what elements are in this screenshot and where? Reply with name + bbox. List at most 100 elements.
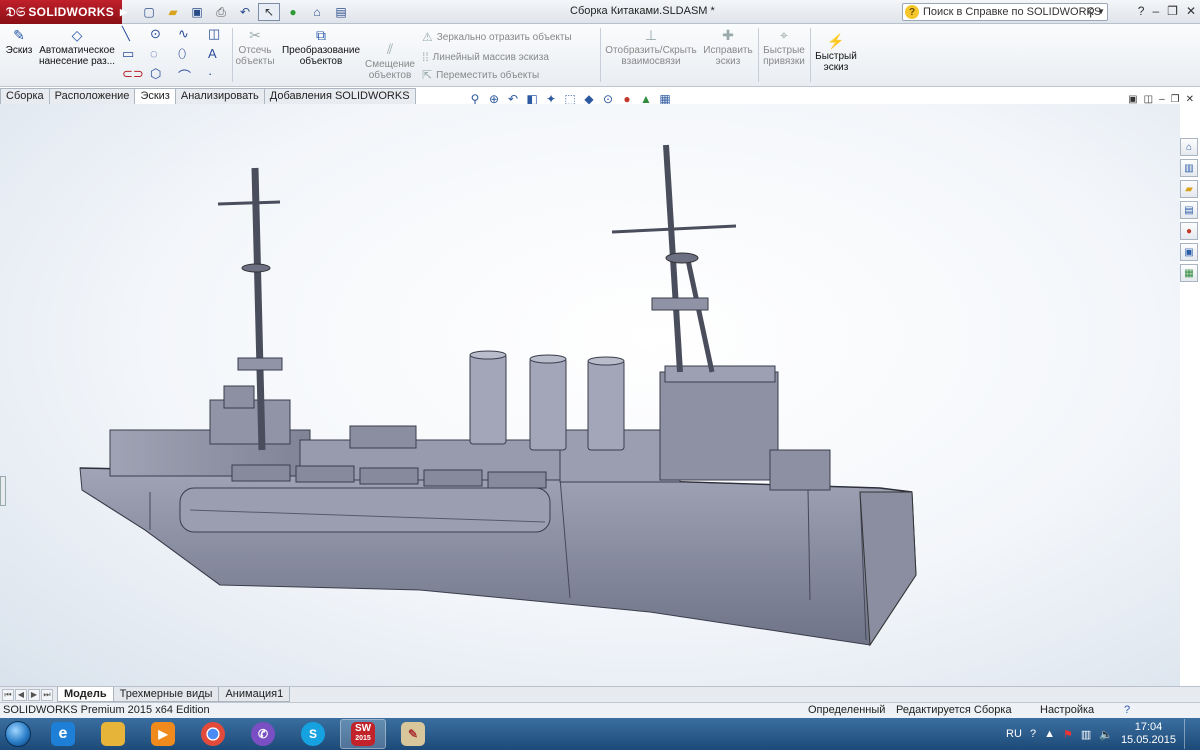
tab-assembly[interactable]: Сборка bbox=[0, 88, 50, 104]
arc-icon[interactable]: ◌ bbox=[150, 46, 158, 61]
chevron-down-icon[interactable]: ▼ bbox=[1097, 7, 1105, 16]
ribbon-divider bbox=[232, 28, 233, 82]
show-desktop-button[interactable] bbox=[1184, 719, 1192, 749]
status-bar: SOLIDWORKS Premium 2015 x64 Edition Опре… bbox=[0, 702, 1200, 718]
text-icon[interactable]: A bbox=[208, 46, 217, 61]
customize-menu[interactable]: Настройка bbox=[1040, 703, 1094, 718]
tray-expand-icon[interactable]: ▲ bbox=[1044, 728, 1055, 740]
taskbar-viber[interactable]: ✆ bbox=[240, 719, 286, 749]
taskbar-paint[interactable]: ✎ bbox=[390, 719, 436, 749]
spline-icon[interactable]: ∿ bbox=[178, 26, 189, 42]
open-folder-icon[interactable]: ▰ bbox=[162, 3, 184, 21]
solidworks-resources-icon[interactable]: ⌂ bbox=[1180, 138, 1198, 156]
move-entities-button[interactable]: ⇱ Переместить объекты bbox=[422, 68, 539, 82]
solidworks-app-icon: SW 2015 bbox=[351, 722, 375, 746]
funnel-3-top bbox=[587, 356, 625, 366]
trim-icon: ✂ bbox=[249, 27, 261, 43]
options-icon[interactable]: ▤ bbox=[330, 3, 352, 21]
convert-entities-button[interactable]: ⧉ Преобразование объектов bbox=[280, 28, 362, 67]
slot-icon[interactable]: ⊂⊃ bbox=[122, 66, 144, 82]
tab-addins[interactable]: Добавления SOLIDWORKS bbox=[263, 88, 416, 104]
taskbar-skype[interactable]: S bbox=[290, 719, 336, 749]
help-status-icon[interactable]: ? bbox=[1124, 703, 1130, 718]
circle-icon[interactable]: ⊙ bbox=[150, 26, 161, 42]
file-properties-icon[interactable]: ⌂ bbox=[306, 3, 328, 21]
restore-icon[interactable]: ❐ bbox=[1167, 4, 1178, 18]
internet-explorer-icon: e bbox=[51, 722, 75, 746]
bow-face bbox=[859, 491, 917, 647]
help-menu-icon[interactable]: ? bbox=[1138, 4, 1145, 18]
appearances-icon[interactable]: ● bbox=[1180, 222, 1198, 240]
help-search-box[interactable]: ? Поиск в Справке по SOLIDWORKS ⚲ ▼ bbox=[902, 3, 1108, 21]
point-icon[interactable]: · bbox=[208, 66, 212, 81]
plane-icon[interactable]: ◫ bbox=[208, 26, 220, 42]
tab-layout[interactable]: Расположение bbox=[48, 88, 136, 104]
close-icon[interactable]: ✕ bbox=[1186, 4, 1196, 18]
rebuild-traffic-light-icon[interactable]: ● bbox=[282, 3, 304, 21]
quick-snaps-button[interactable]: ⌖ Быстрые привязки bbox=[760, 28, 808, 67]
taskbar-solidworks[interactable]: SW 2015 bbox=[340, 719, 386, 749]
first-tab-icon[interactable]: ⏮ bbox=[2, 688, 14, 701]
tab-evaluate[interactable]: Анализировать bbox=[174, 88, 265, 104]
undo-icon[interactable]: ↶ bbox=[234, 3, 256, 21]
linear-pattern-button[interactable]: ⁞⁞ Линейный массив эскиза bbox=[422, 50, 549, 64]
folder-icon bbox=[101, 722, 125, 746]
solidworks-menu-button[interactable]: 𝔇𝔖 SOLIDWORKS ▶ bbox=[0, 0, 127, 24]
last-tab-icon[interactable]: ⏭ bbox=[41, 688, 53, 701]
taskbar-ie[interactable]: e bbox=[40, 719, 86, 749]
print-icon[interactable]: ⎙ bbox=[210, 3, 232, 21]
minimize-icon[interactable]: – bbox=[1152, 4, 1159, 18]
file-explorer-icon[interactable]: ▰ bbox=[1180, 180, 1198, 198]
trim-button[interactable]: ✂ Отсечь объекты bbox=[234, 28, 276, 67]
design-library-icon[interactable]: ▥ bbox=[1180, 159, 1198, 177]
line-icon[interactable]: ╲ bbox=[122, 26, 130, 42]
select-arrow-icon[interactable]: ↖ bbox=[258, 3, 280, 21]
polygon-icon[interactable]: ⬡ bbox=[150, 66, 161, 82]
next-tab-icon[interactable]: ▶ bbox=[28, 688, 40, 701]
fillet-icon[interactable]: ⌒ bbox=[178, 66, 191, 85]
repair-sketch-button[interactable]: ✚ Исправить эскиз bbox=[702, 28, 754, 67]
ship-model[interactable] bbox=[0, 104, 1180, 686]
windows-orb-icon bbox=[5, 721, 31, 747]
title-bar: 𝔇𝔖 SOLIDWORKS ▶ ▢ ▰ ▣ ⎙ ↶ ↖ ● ⌂ ▤ Сборка… bbox=[0, 0, 1200, 24]
aft-mast-deckhouse bbox=[237, 357, 283, 371]
sketch-button[interactable]: ✎ Эскиз bbox=[4, 28, 34, 56]
new-document-icon[interactable]: ▢ bbox=[138, 3, 160, 21]
taskbar-media-player[interactable]: ▶ bbox=[140, 719, 186, 749]
search-icon[interactable]: ⚲ bbox=[1086, 5, 1095, 19]
torpedo-bulge bbox=[179, 487, 551, 533]
smart-dimension-button[interactable]: ◇ Автоматическое нанесение раз... bbox=[38, 28, 116, 67]
taskbar-chrome[interactable] bbox=[190, 719, 236, 749]
tray-help-icon[interactable]: ? bbox=[1030, 728, 1036, 740]
tab-model[interactable]: Модель bbox=[57, 687, 114, 702]
taskbar-explorer[interactable] bbox=[90, 719, 136, 749]
viber-icon: ✆ bbox=[251, 722, 275, 746]
sw-version-badge: 2015 bbox=[355, 735, 371, 742]
rectangle-icon[interactable]: ▭ bbox=[122, 46, 134, 62]
graphics-viewport[interactable] bbox=[0, 104, 1180, 745]
feature-manager-handle[interactable] bbox=[0, 476, 6, 506]
help-search-input[interactable]: Поиск в Справке по SOLIDWORKS bbox=[923, 6, 1101, 18]
clock[interactable]: 17:04 15.05.2015 bbox=[1121, 721, 1176, 747]
network-icon[interactable]: ▥ bbox=[1081, 728, 1091, 741]
save-icon[interactable]: ▣ bbox=[186, 3, 208, 21]
mirror-entities-button[interactable]: ⚠ Зеркально отразить объекты bbox=[422, 30, 572, 44]
custom-properties-icon[interactable]: ▣ bbox=[1180, 243, 1198, 261]
action-center-flag-icon[interactable]: ⚑ bbox=[1063, 728, 1073, 741]
display-relations-button[interactable]: ⊥ Отобразить/Скрыть взаимосвязи bbox=[604, 28, 698, 67]
ribbon-divider bbox=[600, 28, 601, 82]
offset-entities-button[interactable]: ⫽ Смещение объектов bbox=[364, 42, 416, 81]
view-palette-icon[interactable]: ▤ bbox=[1180, 201, 1198, 219]
viewport-close-icon[interactable]: ✕ bbox=[1186, 94, 1194, 105]
tab-animation[interactable]: Анимация1 bbox=[218, 687, 291, 702]
solidworks-forum-icon[interactable]: ▦ bbox=[1180, 264, 1198, 282]
start-button[interactable] bbox=[0, 718, 36, 750]
volume-icon[interactable]: 🔈 bbox=[1099, 728, 1113, 741]
convert-entities-icon: ⧉ bbox=[316, 27, 326, 43]
funnel-2-top bbox=[529, 354, 567, 364]
prev-tab-icon[interactable]: ◀ bbox=[15, 688, 27, 701]
rapid-sketch-button[interactable]: ⚡ Быстрый эскиз bbox=[812, 34, 860, 73]
tab-3d-views[interactable]: Трехмерные виды bbox=[112, 687, 220, 702]
language-indicator[interactable]: RU bbox=[1006, 728, 1022, 740]
ellipse-icon[interactable]: ⬯ bbox=[178, 46, 186, 62]
